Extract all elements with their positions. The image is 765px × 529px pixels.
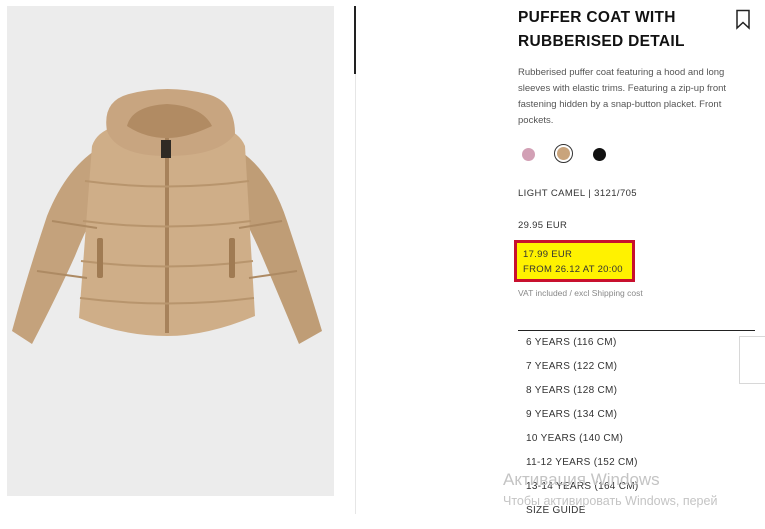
vat-note: VAT included / excl Shipping cost [518,288,643,298]
product-title-line-2: RUBBERISED DETAIL [518,33,685,50]
puffer-coat-photo [12,89,322,344]
size-option[interactable]: 9 YEARS (134 CM) [526,409,639,433]
product-image[interactable] [7,6,334,496]
color-swatch-black[interactable] [593,148,606,161]
size-list-divider [518,330,755,331]
product-title: PUFFER COAT WITH RUBBERISED DETAIL [518,6,728,54]
original-price: 29.95 EUR [518,220,568,231]
product-description: Rubberised puffer coat featuring a hood … [518,67,727,126]
sale-start-date: FROM 26.12 AT 20:00 [523,264,623,275]
size-option[interactable]: 6 YEARS (116 CM) [526,337,639,361]
color-reference: LIGHT CAMEL | 3121/705 [518,188,637,199]
bookmark-icon[interactable] [735,9,751,30]
size-guide-link[interactable]: SIZE GUIDE [526,505,639,529]
divider [355,74,356,514]
size-option[interactable]: 10 YEARS (140 CM) [526,433,639,457]
color-swatch-pink[interactable] [522,148,535,161]
color-swatch-light-camel [557,147,570,160]
size-option[interactable]: 7 YEARS (122 CM) [526,361,639,385]
product-title-line-1: PUFFER COAT WITH [518,9,676,26]
side-tab[interactable] [739,336,765,384]
scrollbar-thumb[interactable] [354,6,356,74]
size-option[interactable]: 11-12 YEARS (152 CM) [526,457,639,481]
size-list: 6 YEARS (116 CM) 7 YEARS (122 CM) 8 YEAR… [526,337,639,529]
size-option[interactable]: 13-14 YEARS (164 CM) [526,481,639,505]
sale-price-highlight: 17.99 EUR FROM 26.12 AT 20:00 [514,240,635,282]
sale-price: 17.99 EUR [523,249,573,260]
size-option[interactable]: 8 YEARS (128 CM) [526,385,639,409]
